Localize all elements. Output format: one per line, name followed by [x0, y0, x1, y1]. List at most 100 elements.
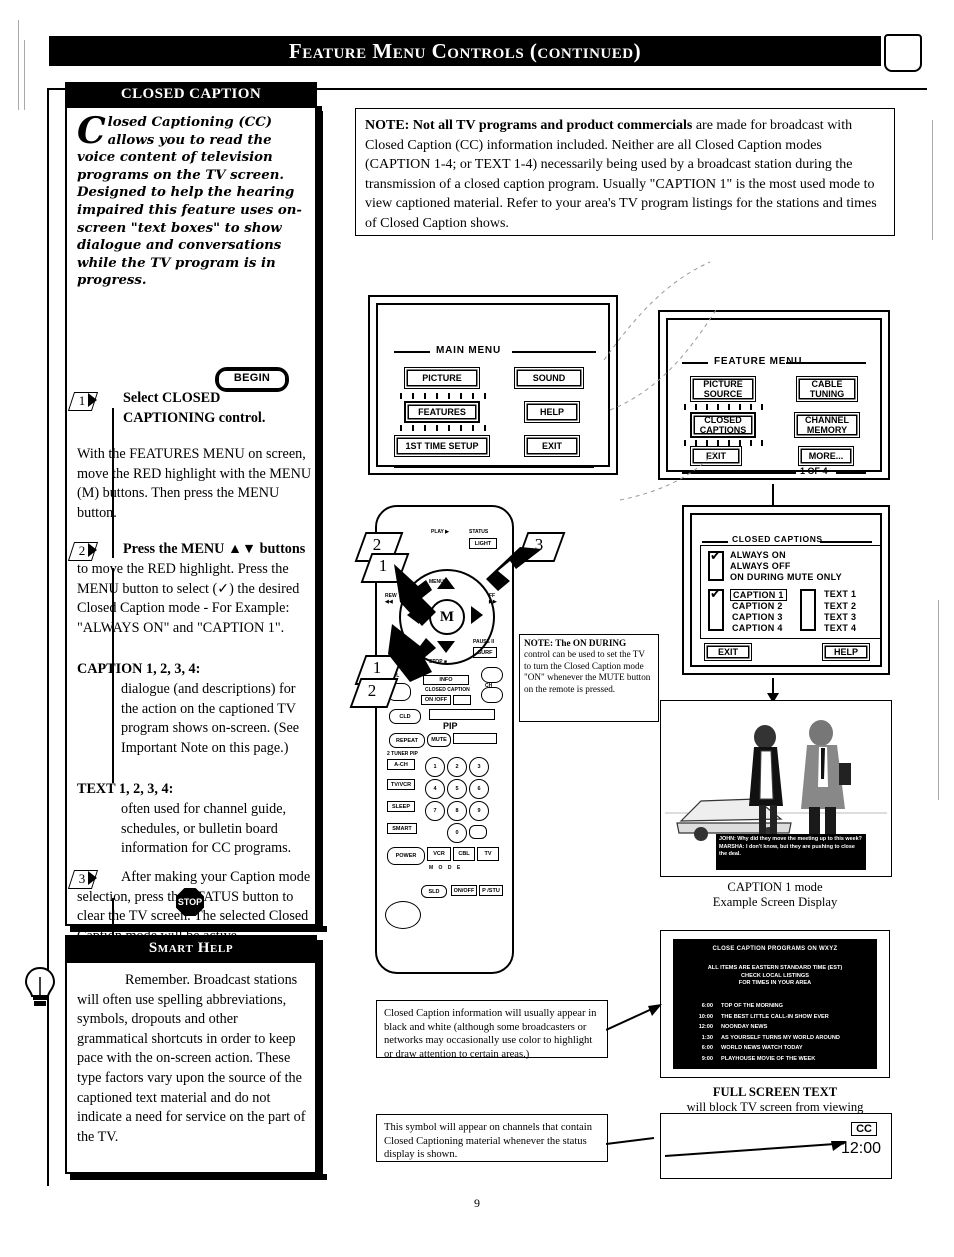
main-menu-setup-button[interactable]: 1ST TIME SETUP — [394, 435, 490, 457]
page-title: Feature Menu Controls (continued) — [288, 39, 642, 63]
fst-listing-row: 10:00 THE BEST LITTLE CALL-IN SHOW EVER — [687, 1012, 873, 1023]
step-1-body: With the FEATURES MENU on screen, move t… — [77, 446, 312, 521]
remote-smart-button[interactable]: SMART — [387, 823, 417, 834]
smart-help-shadow-right — [317, 940, 323, 1180]
frame-left-rule — [47, 88, 49, 1186]
remote-status-label: STATUS — [469, 529, 489, 535]
remote-key-6[interactable]: 6 — [469, 779, 489, 799]
remote-mute-button[interactable]: MUTE — [427, 733, 451, 747]
text-definition-title: TEXT 1, 2, 3, 4: — [77, 781, 174, 797]
mute-note-body: control can be used to set the TV to tur… — [524, 649, 651, 694]
page-number: 9 — [474, 1196, 480, 1210]
remote-cc-extra-button[interactable] — [453, 695, 471, 705]
text-definition-body: often used for channel guide, schedules,… — [121, 801, 292, 857]
remote-play-label: PLAY ▶ — [431, 529, 450, 535]
fst-listing-name: NOONDAY NEWS — [721, 1024, 768, 1031]
remote-power-button[interactable]: POWER — [387, 847, 425, 865]
important-note-box: NOTE: Not all TV programs and product co… — [355, 108, 895, 236]
remote-key-9[interactable]: 9 — [469, 801, 489, 821]
remote-ch-down-button[interactable] — [481, 687, 503, 703]
main-menu-features-button[interactable]: FEATURES — [404, 401, 480, 423]
cc-title-rule-right — [820, 541, 872, 543]
note-lead: NOTE: Not all TV programs and product co… — [365, 118, 693, 133]
cc-symbol-display-box: CC 12:00 — [660, 1113, 892, 1179]
main-menu-bottom-rule — [394, 465, 594, 468]
remote-sleep-button[interactable]: SLEEP — [387, 801, 415, 812]
remote-mode-vcr-button[interactable]: VCR — [427, 847, 451, 861]
full-screen-text-tv: CLOSE CAPTION PROGRAMS ON WXYZ ALL ITEMS… — [660, 930, 890, 1078]
remote-tvvcr-button[interactable]: TV/VCR — [387, 779, 415, 790]
fst-listing-name: AS YOURSELF TURNS MY WORLD AROUND — [721, 1034, 840, 1041]
color-note-callout: Closed Caption information will usually … — [376, 1000, 608, 1060]
remote-a-ch-button[interactable]: A-CH — [387, 759, 415, 770]
menu-title-rule-left — [394, 351, 430, 353]
cc-help-button[interactable]: HELP — [822, 643, 870, 661]
caption-definition-title: CAPTION 1, 2, 3, 4: — [77, 661, 201, 677]
remote-key-4[interactable]: 4 — [425, 779, 445, 799]
full-screen-text-display: CLOSE CAPTION PROGRAMS ON WXYZ ALL ITEMS… — [673, 939, 877, 1069]
remote-key-0[interactable]: 0 — [447, 823, 467, 843]
symbol-note-callout: This symbol will appear on channels that… — [376, 1114, 608, 1162]
dpad-right-icon[interactable] — [471, 606, 483, 624]
fst-subtitle-line1: ALL ITEMS ARE EASTERN STANDARD TIME (EST… — [707, 965, 843, 971]
remote-key-1[interactable]: 1 — [425, 757, 445, 777]
note-rest: are made for broadcast with Closed Capti… — [365, 118, 877, 231]
fst-listing-time: 10:00 — [698, 1013, 713, 1020]
cc-screen-title: CLOSED CAPTIONS — [732, 534, 823, 544]
main-menu-help-button[interactable]: HELP — [524, 401, 580, 423]
arrow-cc-to-photo — [767, 678, 779, 703]
remote-cc-onoff-button[interactable]: ON /OFF — [421, 695, 451, 705]
mute-only-note-box: NOTE: The ON DURING control can be used … — [519, 634, 659, 722]
remote-pstu-button[interactable]: P /STU — [479, 885, 503, 896]
closed-caption-panel: Closed Captioning (CC) allows you to rea… — [65, 106, 317, 993]
remote-pip-onoff-button[interactable] — [429, 709, 495, 720]
main-menu-sound-button[interactable]: SOUND — [514, 367, 584, 389]
remote-sld-button[interactable]: SLD — [421, 885, 447, 898]
fst-listing-row: 6:00 TOP OF THE MORNING — [687, 1001, 873, 1012]
smart-help-shadow-bottom — [70, 1174, 327, 1180]
smart-help-title: Smart Help — [65, 935, 317, 961]
connector-dashed-lines — [603, 261, 717, 501]
feature-menu-channel-memory-button[interactable]: CHANNEL MEMORY — [794, 412, 860, 438]
remote-dash-button[interactable] — [469, 825, 487, 839]
fst-listing-row: 1:30 AS YOURSELF TURNS MY WORLD AROUND — [687, 1033, 873, 1044]
features-highlight-rays-top — [400, 393, 490, 399]
remote-mode-cbl-button[interactable]: CBL — [453, 847, 475, 861]
remote-key-2[interactable]: 2 — [447, 757, 467, 777]
step-2-marker: 2 — [67, 542, 99, 561]
main-menu-picture-button[interactable]: PICTURE — [404, 367, 480, 389]
page-tab-icon — [884, 34, 922, 72]
remote-key-7[interactable]: 7 — [425, 801, 445, 821]
scan-artifact-4 — [938, 600, 939, 800]
remote-key-5[interactable]: 5 — [447, 779, 467, 799]
remote-pip-label: PIP — [443, 721, 458, 731]
fst-listings: 6:00 TOP OF THE MORNING 10:00 THE BEST LITT… — [687, 1001, 873, 1065]
remote-jog-dial[interactable] — [385, 901, 421, 929]
main-menu-exit-button[interactable]: EXIT — [524, 435, 580, 457]
remote-key-3[interactable]: 3 — [469, 757, 489, 777]
main-menu-screen: MAIN MENU PICTURE FEATURES 1ST TIME SETU… — [376, 303, 610, 468]
feature-menu-cable-tuning-button[interactable]: CABLE TUNING — [796, 376, 858, 402]
remote-mode-tv-button[interactable]: TV — [477, 847, 499, 861]
remote-key-8[interactable]: 8 — [447, 801, 467, 821]
step-2-heading: Press the MENU ▲▼ buttons — [123, 541, 306, 557]
caption-example-label-line2: Example Screen Display — [712, 895, 838, 909]
remote-cld-button[interactable]: CLD — [389, 709, 421, 724]
intro-text: losed Captioning (CC) allows you to read… — [77, 115, 302, 289]
remote-swap-freeze-button[interactable] — [453, 733, 497, 744]
fst-label-line1: FULL SCREEN TEXT — [712, 1085, 838, 1099]
cc-exit-button[interactable]: EXIT — [704, 643, 752, 661]
remote-two-tuner-label: 2 TUNER PIP — [387, 751, 418, 757]
scan-artifact-2 — [24, 40, 25, 110]
fst-listing-row: 6:00 WORLD NEWS WATCH TODAY — [687, 1043, 873, 1054]
arrow-color-note — [606, 1004, 662, 1031]
fst-listing-time: 1:30 — [701, 1034, 713, 1041]
feature-menu-more-button[interactable]: MORE... — [798, 446, 854, 466]
remote-ch-up-button[interactable] — [481, 667, 503, 683]
fst-listing-name: TOP OF THE MORNING — [721, 1003, 783, 1009]
remote-repeat-button[interactable]: REPEAT — [389, 733, 425, 748]
fst-subtitle-line2: CHECK LOCAL LISTINGS — [741, 972, 809, 979]
fst-listing-name: PLAYHOUSE MOVIE OF THE WEEK — [721, 1055, 816, 1062]
remote-onoff-button[interactable]: ON/OFF — [451, 885, 477, 896]
step-2-body: to move the RED highlight. Press the MEN… — [77, 561, 300, 636]
